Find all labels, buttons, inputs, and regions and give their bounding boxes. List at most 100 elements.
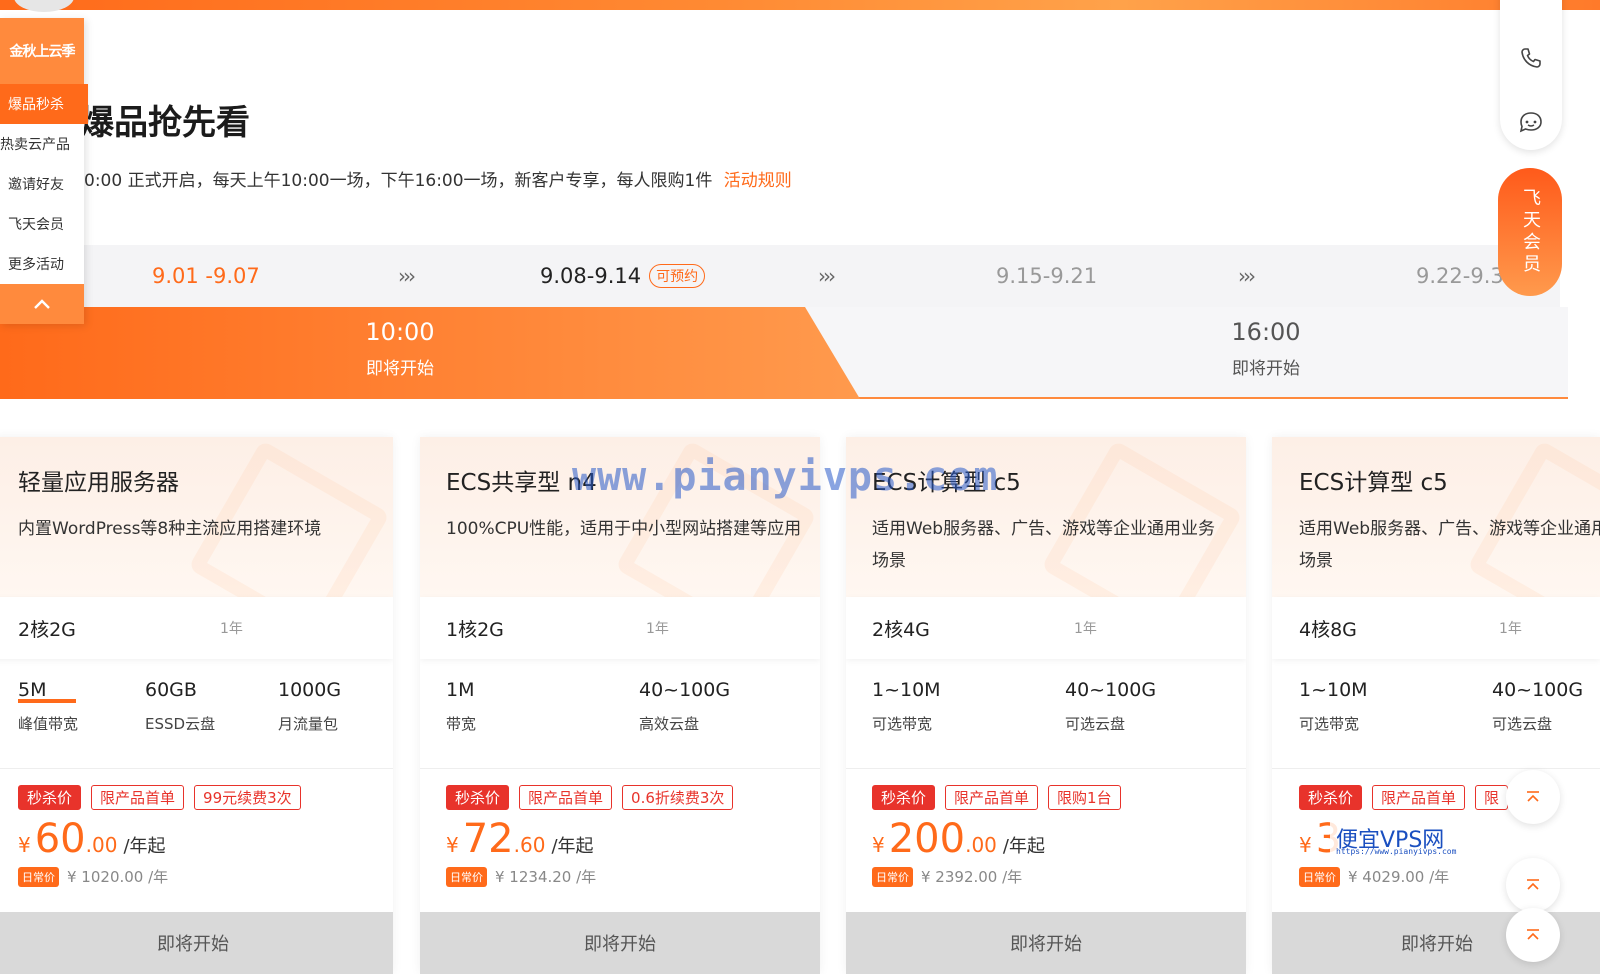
spec-term: 1年	[1499, 621, 1522, 637]
card-head: ECS计算型 c5 适用Web服务器、广告、游戏等企业通用业务场景	[1272, 437, 1600, 597]
period-tab-3[interactable]: 9.15-9.21	[996, 245, 1097, 307]
tags: 秒杀价 限产品首单 99元续费3次	[0, 769, 393, 810]
chat-button[interactable]	[1515, 106, 1547, 138]
coming-soon-button[interactable]: 即将开始	[420, 912, 820, 974]
back-to-top-button[interactable]	[1506, 770, 1560, 824]
features: 1M 带宽 40~100G 高效云盘	[420, 659, 820, 769]
feature-traffic[interactable]: 1000G 月流量包	[278, 679, 341, 768]
price-unit: /年起	[551, 836, 594, 857]
feature-bandwidth[interactable]: 5M 峰值带宽	[18, 679, 145, 768]
feature-bandwidth[interactable]: 1M 带宽	[446, 679, 639, 768]
spec-row[interactable]: 2核4G 1年	[846, 597, 1246, 659]
spec-term: 1年	[220, 621, 243, 637]
left-floating-nav: 金秋上云季 爆品秒杀 热卖云产品 邀请好友 飞天会员 更多活动	[0, 18, 88, 324]
spec-config: 4核8G	[1299, 618, 1357, 641]
reservable-badge: 可预约	[649, 264, 706, 288]
spec-row[interactable]: 2核2G 1年	[0, 597, 393, 659]
price-row: ¥ 72 .60 /年起	[420, 810, 820, 862]
nav-item-hot-products[interactable]: 热卖云产品	[0, 124, 84, 164]
features: 1~10M 可选带宽 40~100G 可选云盘	[1272, 659, 1600, 769]
nav-item-more-activities[interactable]: 更多活动	[0, 244, 84, 284]
spec-config: 2核2G	[18, 618, 76, 641]
price-decimal: .00	[85, 833, 118, 857]
card-desc: 适用Web服务器、广告、游戏等企业通用业务场景	[872, 519, 1216, 571]
spec-row[interactable]: 4核8G 1年	[1272, 597, 1600, 659]
watermark: www.pianyivps.com	[572, 454, 999, 500]
nav-item-feitian-member[interactable]: 飞天会员	[0, 204, 84, 244]
normal-price-row: 日常价 ¥ 1020.00 /年	[0, 862, 393, 887]
chevron-right-icon: ›››	[1238, 264, 1256, 288]
currency-symbol: ¥	[446, 833, 459, 857]
card-title: 轻量应用服务器	[18, 470, 179, 496]
nav-head[interactable]: 金秋上云季	[0, 18, 84, 84]
limit-tag: 限购1台	[1048, 785, 1121, 810]
features: 5M 峰值带宽 60GB ESSD云盘 1000G 月流量包	[0, 659, 393, 769]
coming-soon-button[interactable]: 即将开始	[846, 912, 1246, 974]
normal-price: ¥ 2392.00 /年	[921, 868, 1023, 886]
feitian-member-tab[interactable]: 飞天会员	[1498, 168, 1562, 296]
feature-label: 月流量包	[278, 715, 339, 733]
session-tab-1600[interactable]: 16:00 即将开始	[1116, 318, 1416, 379]
feature-bandwidth[interactable]: 1~10M 可选带宽	[1299, 679, 1492, 768]
chevron-right-icon: ›››	[398, 264, 416, 288]
normal-price: ¥ 4029.00 /年	[1348, 868, 1450, 886]
activity-description: 0:00 正式开启，每天上午10:00一场，下午16:00一场，新客户专享，每人…	[84, 171, 713, 191]
product-card-lightweight: 轻量应用服务器 内置WordPress等8种主流应用搭建环境 2核2G 1年 5…	[0, 437, 393, 974]
card-desc: 100%CPU性能，适用于中小型网站搭建等应用	[446, 519, 802, 539]
price-decimal: .00	[965, 833, 997, 857]
price-unit: /年起	[1002, 836, 1045, 857]
chevron-right-icon: ›››	[818, 264, 836, 288]
nav-item-invite-friends[interactable]: 邀请好友	[0, 164, 84, 204]
card-title: ECS计算型 c5	[1299, 470, 1448, 496]
price-decimal: .60	[513, 833, 546, 857]
period-tabs: 9.01 -9.07 ››› 9.08-9.14 可预约 ››› 9.15-9.2…	[0, 245, 1560, 307]
period-label: 9.08-9.14	[540, 264, 642, 288]
chat-bot-icon	[1519, 112, 1542, 133]
arrow-up-icon	[1527, 929, 1539, 940]
flash-price-tag: 秒杀价	[872, 785, 936, 810]
feature-disk[interactable]: 40~100G 高效云盘	[639, 679, 730, 768]
coming-soon-button[interactable]: 即将开始	[0, 912, 393, 974]
arrow-up-icon	[1527, 791, 1539, 802]
card-head: 轻量应用服务器 内置WordPress等8种主流应用搭建环境	[0, 437, 393, 597]
spec-term: 1年	[1074, 621, 1097, 637]
back-to-top-button[interactable]	[1506, 908, 1560, 962]
limit-tag: 限	[1475, 785, 1509, 810]
normal-price: ¥ 1020.00 /年	[67, 868, 169, 886]
session-status: 即将开始	[1232, 359, 1300, 379]
feature-label: 可选带宽	[1299, 715, 1360, 733]
currency-symbol: ¥	[18, 833, 31, 857]
logo-url: https://www.pianyivps.com	[1336, 847, 1457, 856]
price-row: ¥ 200 .00 /年起	[846, 810, 1246, 862]
session-tab-1000[interactable]: 10:00 即将开始	[250, 318, 550, 379]
session-time: 10:00	[365, 318, 435, 346]
feature-bandwidth[interactable]: 1~10M 可选带宽	[872, 679, 1065, 768]
period-label: 9.15-9.21	[996, 264, 1098, 288]
back-to-top-button[interactable]	[1506, 858, 1560, 912]
feature-value: 1~10M	[872, 679, 941, 701]
page-desc: 0:00 正式开启，每天上午10:00一场，下午16:00一场，新客户专享，每人…	[84, 166, 792, 191]
first-order-tag: 限产品首单	[1372, 785, 1466, 810]
normal-price-badge: 日常价	[1299, 866, 1340, 887]
renewal-tag: 0.6折续费3次	[622, 785, 734, 810]
feature-label: 峰值带宽	[18, 715, 79, 733]
feature-label: 高效云盘	[639, 715, 700, 733]
nav-collapse-button[interactable]	[0, 284, 84, 324]
first-order-tag: 限产品首单	[91, 785, 185, 810]
card-desc: 内置WordPress等8种主流应用搭建环境	[18, 519, 322, 539]
site-logo: 便宜VPS网 https://www.pianyivps.com	[1330, 822, 1475, 858]
feature-disk[interactable]: 60GB ESSD云盘	[145, 679, 278, 768]
feature-label: 可选带宽	[872, 715, 933, 733]
phone-button[interactable]	[1515, 42, 1547, 74]
feature-disk[interactable]: 40~100G 可选云盘	[1492, 679, 1583, 768]
feature-disk[interactable]: 40~100G 可选云盘	[1065, 679, 1156, 768]
spec-row[interactable]: 1核2G 1年	[420, 597, 820, 659]
tags: 秒杀价 限产品首单 限购1台	[846, 769, 1246, 810]
period-tab-2[interactable]: 9.08-9.14 可预约	[540, 245, 706, 307]
period-tab-1[interactable]: 9.01 -9.07	[152, 245, 260, 307]
nav-item-flash-sale[interactable]: 爆品秒杀	[0, 84, 88, 124]
first-order-tag: 限产品首单	[945, 785, 1039, 810]
feature-value: 1~10M	[1299, 679, 1368, 701]
feature-label: ESSD云盘	[145, 715, 216, 733]
activity-rules-link[interactable]: 活动规则	[724, 171, 792, 191]
